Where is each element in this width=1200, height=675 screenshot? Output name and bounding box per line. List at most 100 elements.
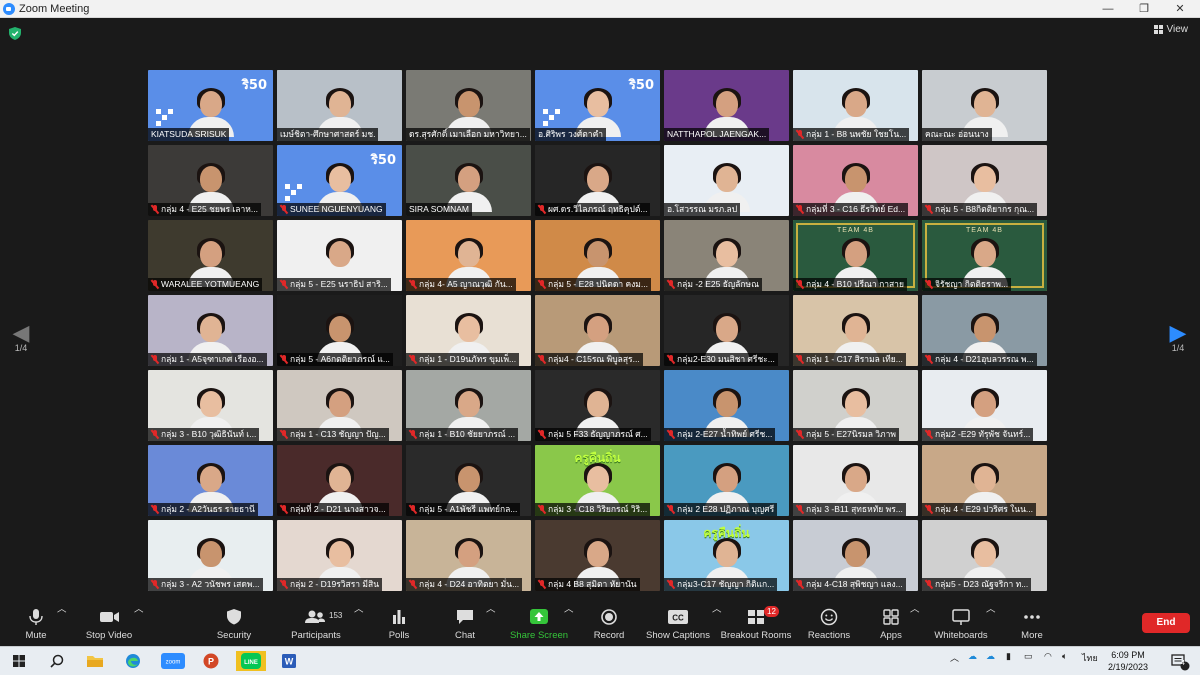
previous-page-button[interactable]: ◀ 1/4 [9, 322, 33, 354]
participant-tile[interactable]: กลุ่ม 5 - E28 ปนิตดา คงม... [535, 220, 660, 291]
volume-icon[interactable]: 🔈︎ [1062, 651, 1067, 662]
participant-tile[interactable]: กลุ่ม 1 - B8 นพชัย ใชยโน... [793, 70, 918, 141]
participant-tile[interactable]: WARALEE YOTMUEANG [148, 220, 273, 291]
wifi-icon[interactable]: ◠ [1044, 651, 1052, 662]
minimize-button[interactable]: — [1090, 0, 1126, 18]
participant-tile[interactable]: อ.โสวรรณ มรภ.ลป [664, 145, 789, 216]
windows-start-icon[interactable] [8, 651, 30, 671]
whiteboards-options-caret[interactable]: ︿ [986, 601, 996, 646]
participant-tile[interactable]: SIRA SOMNAM [406, 145, 531, 216]
participant-tile[interactable]: ผศ.ดร.วิไลภรณ์ ฤทธิคุปต์... [535, 145, 660, 216]
input-language[interactable]: ไทย [1082, 651, 1098, 665]
participant-tile[interactable]: ดร.สุรศักดิ์ เมาเลือก มหาวิทยา... [406, 70, 531, 141]
taskbar-clock[interactable]: 6:09 PM 2/19/2023 [1108, 649, 1148, 673]
muted-microphone-icon [667, 580, 675, 589]
participant-tile[interactable]: TEAM 4B กลุ่ม 4 - B10 ปรีณา กาสาย [793, 220, 918, 291]
participant-tile[interactable]: กลุ่ม 4 B8 สุมิตา หัยานัน [535, 520, 660, 591]
participant-tile[interactable]: ครูคืนถิ่น กลุ่ม 3 - C18 วิริยกรณ์ วิริ..… [535, 445, 660, 516]
participant-tile[interactable]: กลุ่ม 4 - E25 ชยพร เลาห... [148, 145, 273, 216]
apps-options-caret[interactable]: ︿ [910, 601, 920, 646]
participant-tile[interactable]: เมษ์ชิตา-ศึกษาศาสตร์ มช. [277, 70, 402, 141]
participant-tile[interactable]: กลุ่ม 4 - E29 ปวริศร ในน... [922, 445, 1047, 516]
notifications-icon[interactable] [1168, 651, 1190, 671]
whiteboards-button[interactable]: Whiteboards [931, 601, 991, 646]
security-button[interactable]: Security [214, 601, 254, 646]
participant-tile[interactable]: กลุ่มที่ 2 - D21 นางสาวจ... [277, 445, 402, 516]
participant-tile[interactable]: กลุ่ม 2 - D19รวิสรา มีสิน [277, 520, 402, 591]
word-icon[interactable]: W [278, 651, 300, 671]
reactions-button[interactable]: Reactions [806, 601, 852, 646]
participant-tile[interactable]: ริ50 KIATSUDA SRISUK [148, 70, 273, 141]
participant-tile[interactable]: กลุ่ม 4- A5 ญาณวุฒิ กัน... [406, 220, 531, 291]
participant-tile[interactable]: กลุ่ม 5 - E25 นราธิป สาริ... [277, 220, 402, 291]
participant-tile[interactable]: กลุ่ม 1 - A5จุฑาเกศ เรืองอ... [148, 295, 273, 366]
participant-tile[interactable]: กลุ่ม 5 - B8กิตติยากร กุณ... [922, 145, 1047, 216]
participant-tile[interactable]: กลุ่ม 1 - D19นภัทร ขุมเพ็... [406, 295, 531, 366]
share-options-caret[interactable]: ︿ [564, 601, 574, 646]
mute-button[interactable]: Mute [20, 601, 52, 646]
breakout-rooms-button[interactable]: Breakout Rooms [720, 601, 792, 646]
participant-name-label: อ.ศิริพร วงศ์ตาคำ [535, 128, 607, 141]
participant-tile[interactable]: กลุ่ม 1 - C17 สิรามล เทีย... [793, 295, 918, 366]
line-app-icon[interactable]: LINE [236, 651, 266, 671]
participant-tile[interactable]: กลุ่ม 2-E27 น้ำทิพย์ ศรีช... [664, 370, 789, 441]
zoom-app-icon[interactable]: zoom [160, 651, 186, 671]
participant-tile[interactable]: กลุ่ม4 - C15รณ พิบูลสุร... [535, 295, 660, 366]
show-captions-button[interactable]: CC Show Captions [645, 601, 711, 646]
participant-tile[interactable]: กลุ่ม 3 - A2 วนัชพร เสดพ... [148, 520, 273, 591]
microphone-tray-icon[interactable]: ▮ [1006, 651, 1011, 662]
edge-browser-icon[interactable] [122, 651, 144, 671]
participant-tile[interactable]: กลุ่ม 4 - D21อุบลวรรณ พ... [922, 295, 1047, 366]
search-icon[interactable] [46, 651, 68, 671]
participant-tile[interactable]: กลุ่ม 3 -B11 สุทธหทัย พร... [793, 445, 918, 516]
participant-tile[interactable]: ริ50 อ.ศิริพร วงศ์ตาคำ [535, 70, 660, 141]
participant-tile[interactable]: กลุ่ม 5 - A6กตติยาภรณ์ แ... [277, 295, 402, 366]
participant-tile[interactable]: TEAM 4B จิรัชญา กิตติธราพ... [922, 220, 1047, 291]
participant-tile[interactable]: NATTHAPOL JAENGAK... [664, 70, 789, 141]
participant-tile[interactable]: กลุ่ม 5 - A1พัชรี แพทย์กล... [406, 445, 531, 516]
participant-tile[interactable]: กลุ่ม 3 - B10 วุฒิธินันท์ เ... [148, 370, 273, 441]
end-meeting-button[interactable]: End [1142, 613, 1190, 633]
view-button[interactable]: View [1153, 24, 1188, 35]
encryption-shield-icon[interactable] [9, 27, 21, 40]
participant-tile[interactable]: กลุ่ม 5 F33 ธัญญาภรณ์ ศ... [535, 370, 660, 441]
participant-tile[interactable]: คณะณะ อ่อนนาง [922, 70, 1047, 141]
participant-tile[interactable]: กลุ่มที่ 3 - C16 ธีรวิทย์ Ed... [793, 145, 918, 216]
participant-tile[interactable]: กลุ่ม5 - D23 ณัฐจริกา ท... [922, 520, 1047, 591]
chat-button[interactable]: Chat [450, 601, 480, 646]
onedrive-cloud-icon[interactable]: ☁ [968, 651, 977, 662]
audio-options-caret[interactable]: ︿ [57, 601, 67, 646]
participant-tile[interactable]: กลุ่ม2 -E29 ทัรุพัช จันทร์... [922, 370, 1047, 441]
share-screen-button[interactable]: Share Screen [509, 601, 569, 646]
participant-tile[interactable]: กลุ่ม 4 - D24 อาทิตยา มั่น... [406, 520, 531, 591]
participant-tile[interactable]: กลุ่ม 1 - C13 ชัญญา ปัญ... [277, 370, 402, 441]
chat-options-caret[interactable]: ︿ [486, 601, 496, 646]
file-explorer-icon[interactable] [84, 651, 106, 671]
powerpoint-icon[interactable]: P [200, 651, 222, 671]
participant-tile[interactable]: กลุ่ม 2 - A2วันธร รายธานี [148, 445, 273, 516]
apps-button[interactable]: Apps [876, 601, 906, 646]
participant-tile[interactable]: กลุ่ม 5 - E27นิรมล วิภาพ [793, 370, 918, 441]
participant-tile[interactable]: ริ50 SUNEE NGUENYUANG [277, 145, 402, 216]
more-button[interactable]: More [1016, 601, 1048, 646]
next-page-button[interactable]: ▶ 1/4 [1166, 322, 1190, 354]
participant-tile[interactable]: กลุ่ม2-E30 มนสิชา ศรีชะ... [664, 295, 789, 366]
participant-tile[interactable]: ครูคืนถิ่น กลุ่ม3-C17 ชัญญา กิติแก... [664, 520, 789, 591]
participants-options-caret[interactable]: ︿ [354, 601, 364, 646]
close-button[interactable]: ✕ [1162, 0, 1198, 18]
record-button[interactable]: Record [590, 601, 628, 646]
battery-icon[interactable]: ▭ [1024, 651, 1033, 662]
video-options-caret[interactable]: ︿ [134, 601, 144, 646]
participant-tile[interactable]: กลุ่ม 2 E28 ปฏิภาณ บุญศรี [664, 445, 789, 516]
participant-tile[interactable]: กลุ่ม 1 - B10 ชัยยาภรณ์ ... [406, 370, 531, 441]
participant-tile[interactable]: กลุ่ม 4-C18 สุพิชญา แลง... [793, 520, 918, 591]
polls-button[interactable]: Polls [384, 601, 414, 646]
participant-name: กลุ่ม 4- A5 ญาณวุฒิ กัน... [419, 279, 513, 289]
maximize-button[interactable]: ❐ [1126, 0, 1162, 18]
participant-tile[interactable]: กลุ่ม -2 E25 ธัญลักษณ [664, 220, 789, 291]
show-hidden-icons-chevron-icon[interactable]: ︿ [950, 651, 959, 664]
stop-video-button[interactable]: Stop Video [84, 601, 134, 646]
muted-microphone-icon [409, 505, 417, 514]
onedrive-personal-cloud-icon[interactable]: ☁ [986, 651, 995, 662]
participants-button[interactable]: Participants [290, 601, 342, 646]
